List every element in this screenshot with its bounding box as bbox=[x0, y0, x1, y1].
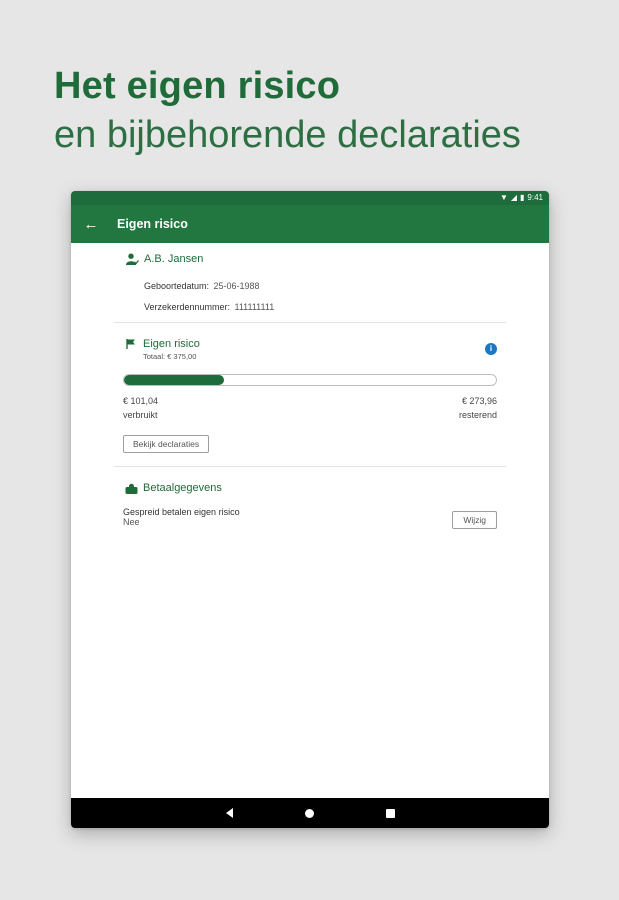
remaining-amount: € 273,96 bbox=[461, 396, 497, 406]
back-arrow-icon[interactable]: ← bbox=[73, 216, 109, 233]
own-risk-title: Eigen risico bbox=[143, 338, 200, 350]
view-claims-button[interactable]: Bekijk declaraties bbox=[123, 435, 210, 453]
clock: 9:41 bbox=[527, 193, 543, 202]
info-icon[interactable]: i bbox=[485, 343, 497, 355]
person-section: A.B. Jansen Geboortedatum: 25-06-1988 Ve… bbox=[124, 252, 506, 317]
tablet-screen: ▼ ◢ ▮ 9:41 ← Eigen risico A.B. Jansen Ge… bbox=[71, 191, 549, 828]
used-label: verbruikt bbox=[123, 410, 158, 420]
spread-payment-label: Gespreid betalen eigen risico bbox=[123, 507, 240, 517]
birthdate-label: Geboortedatum: bbox=[144, 281, 210, 291]
payment-title: Betaalgegevens bbox=[143, 482, 222, 494]
own-risk-progress-bar bbox=[123, 374, 497, 386]
signal-icon: ◢ bbox=[510, 193, 518, 202]
flag-icon bbox=[123, 337, 139, 351]
app-bar: ← Eigen risico bbox=[71, 205, 549, 243]
status-bar: ▼ ◢ ▮ 9:41 bbox=[71, 191, 549, 205]
nav-back-icon[interactable] bbox=[225, 808, 233, 818]
insured-number-value: 111111111 bbox=[234, 302, 275, 312]
own-risk-total: Totaal: € 375,00 bbox=[143, 352, 197, 361]
own-risk-progress-fill bbox=[124, 375, 225, 385]
headline-subtitle: en bijbehorende declaraties bbox=[54, 114, 521, 156]
wallet-icon bbox=[123, 481, 139, 495]
spread-payment-value: Nee bbox=[123, 517, 140, 527]
promo-headline: Het eigen risico en bijbehorende declara… bbox=[54, 62, 521, 160]
own-risk-section: Eigen risico Totaal: € 375,00 i € 101,04… bbox=[123, 337, 497, 453]
person-name: A.B. Jansen bbox=[144, 253, 204, 265]
divider bbox=[114, 322, 506, 323]
wifi-icon: ▼ bbox=[499, 193, 508, 202]
payment-section: Betaalgegevens Gespreid betalen eigen ri… bbox=[123, 481, 497, 529]
birthdate-value: 25-06-1988 bbox=[213, 281, 260, 291]
page-title: Eigen risico bbox=[117, 217, 188, 231]
android-nav-bar bbox=[71, 798, 549, 828]
remaining-label: resterend bbox=[458, 410, 497, 420]
insured-number-label: Verzekerdennummer: bbox=[144, 302, 231, 312]
nav-home-icon[interactable] bbox=[304, 808, 314, 818]
edit-button[interactable]: Wijzig bbox=[452, 511, 497, 529]
headline-title: Het eigen risico bbox=[54, 65, 341, 107]
divider bbox=[114, 466, 506, 467]
main-content: A.B. Jansen Geboortedatum: 25-06-1988 Ve… bbox=[71, 243, 549, 798]
nav-recents-icon[interactable] bbox=[385, 808, 395, 818]
used-amount: € 101,04 bbox=[123, 396, 159, 406]
person-icon bbox=[124, 252, 140, 266]
battery-icon: ▮ bbox=[520, 193, 525, 202]
